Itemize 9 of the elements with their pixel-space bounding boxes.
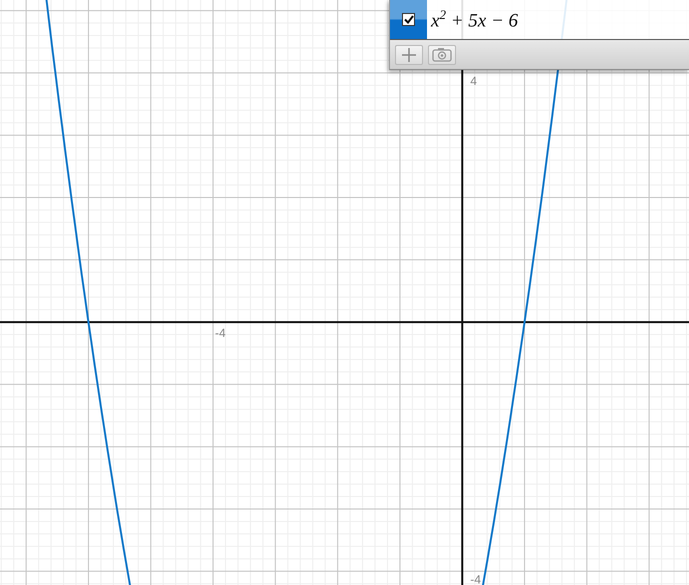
add-button[interactable]: [395, 44, 423, 64]
camera-icon: [432, 47, 452, 62]
plus-icon: [401, 46, 417, 62]
tick-label: -4: [470, 572, 481, 585]
screenshot-button[interactable]: [428, 44, 456, 64]
visibility-checkbox[interactable]: [402, 13, 415, 26]
tick-label: 4: [470, 74, 477, 88]
expression-text[interactable]: x$^{2}$ + 5x − 6: [427, 6, 518, 32]
tick-label: -4: [215, 326, 226, 340]
